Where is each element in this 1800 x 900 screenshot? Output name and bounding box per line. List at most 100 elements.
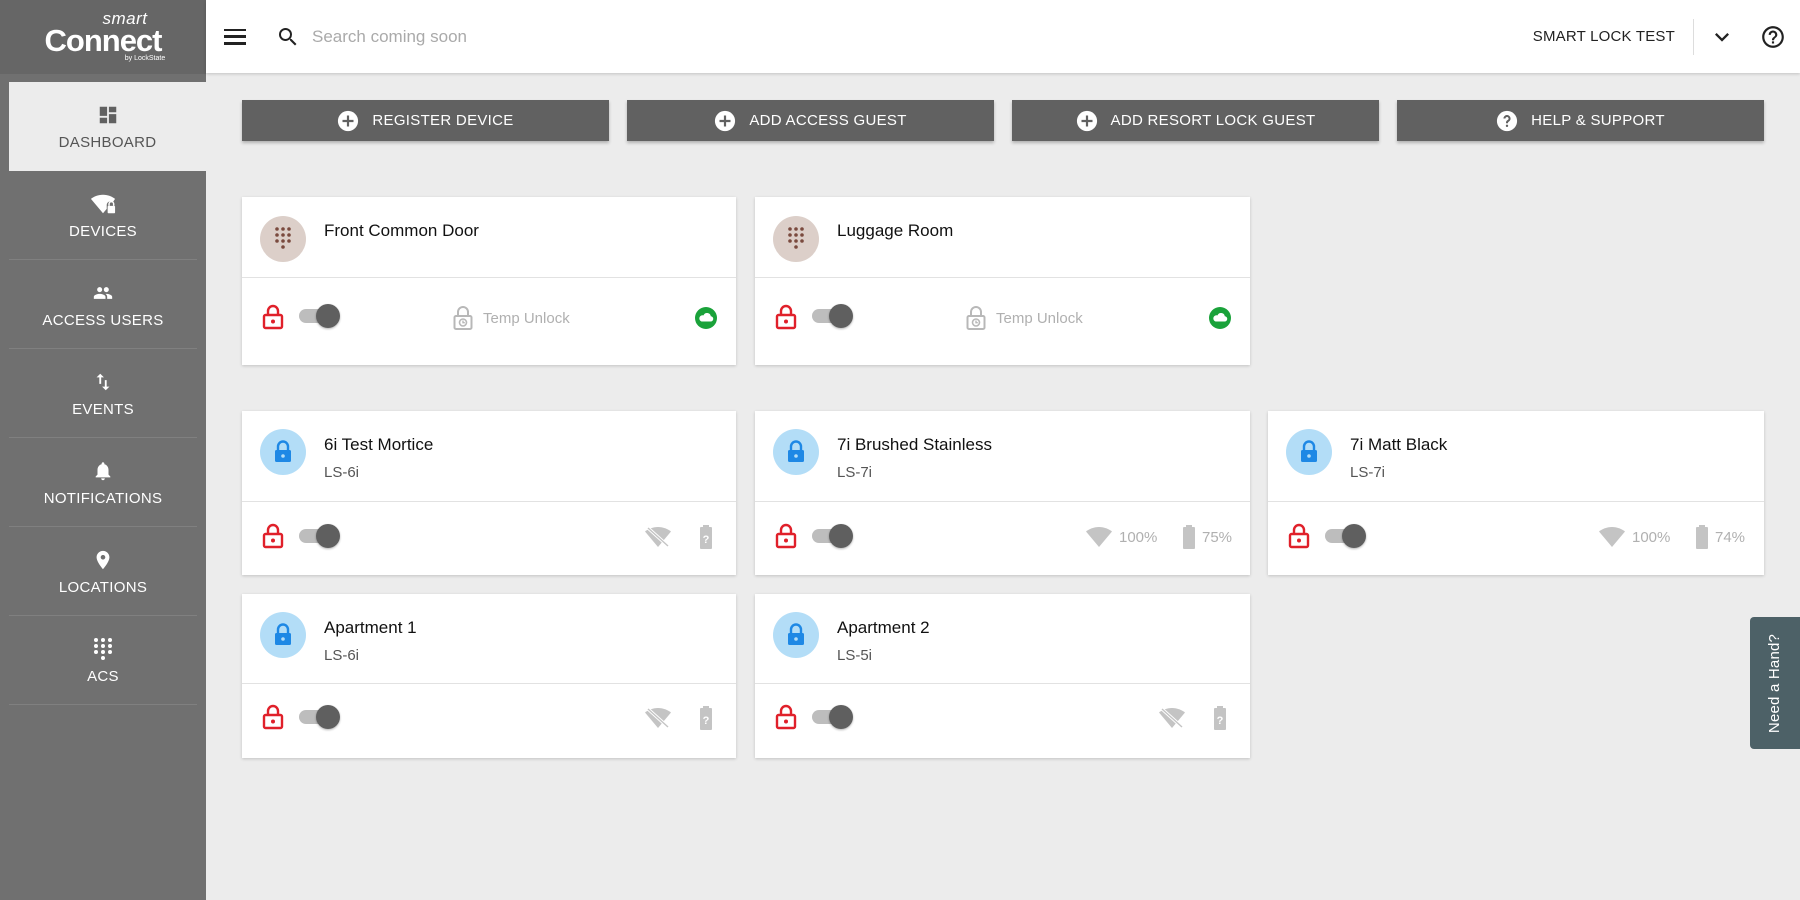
device-card[interactable]: Apartment 2 LS-5i ? xyxy=(755,594,1250,758)
device-model: LS-7i xyxy=(837,464,873,481)
sidebar-item-access-users[interactable]: ACCESS USERS xyxy=(9,260,197,349)
battery-unknown-icon: ? xyxy=(1214,706,1226,730)
lock-icon xyxy=(260,429,306,475)
lock-icon xyxy=(262,704,284,730)
sidebar-item-dashboard[interactable]: DASHBOARD xyxy=(9,82,206,171)
wifi-off-icon xyxy=(645,707,671,729)
sidebar-item-events[interactable]: EVENTS xyxy=(9,349,197,438)
device-name: 6i Test Mortice xyxy=(324,435,434,454)
sidebar-item-label: LOCATIONS xyxy=(58,578,148,596)
lock-icon xyxy=(773,429,819,475)
add-circle-icon xyxy=(1076,110,1097,131)
lock-toggle[interactable] xyxy=(299,524,341,548)
device-model: LS-5i xyxy=(837,647,873,664)
lock-icon xyxy=(775,704,797,730)
sidebar-item-locations[interactable]: LOCATIONS xyxy=(9,527,197,616)
sidebar-item-acs[interactable]: ACS xyxy=(9,616,197,705)
need-a-hand-label: Need a Hand? xyxy=(1766,633,1784,733)
sidebar-item-label: ACCESS USERS xyxy=(42,311,164,329)
lock-toggle[interactable] xyxy=(812,705,854,729)
wifi-signal: 100% xyxy=(1085,526,1157,548)
sidebar-item-label: DASHBOARD xyxy=(58,134,157,151)
account-name[interactable]: SMART LOCK TEST xyxy=(1533,18,1694,55)
lock-toggle[interactable] xyxy=(299,705,341,729)
add-circle-icon xyxy=(338,110,359,131)
lock-icon xyxy=(775,523,797,549)
smart-connect-logo[interactable]: smart Connect by LockState xyxy=(0,0,206,74)
lock-toggle[interactable] xyxy=(1325,524,1367,548)
device-name: 7i Matt Black xyxy=(1350,435,1448,454)
keypad-icon xyxy=(773,216,819,262)
button-label: ADD RESORT LOCK GUEST xyxy=(1110,112,1316,129)
device-model: LS-6i xyxy=(324,464,360,481)
sidebar-item-label: EVENTS xyxy=(72,400,134,418)
menu-icon[interactable] xyxy=(222,27,248,47)
battery-icon xyxy=(1696,525,1708,549)
sidebar-item-devices[interactable]: DEVICES xyxy=(9,171,197,260)
cloud-online-icon xyxy=(695,307,717,329)
bell-icon xyxy=(90,458,116,484)
device-model: LS-7i xyxy=(1350,464,1386,481)
search-icon xyxy=(279,27,297,45)
chevron-down-icon[interactable] xyxy=(1708,23,1736,51)
wifi-signal: 100% xyxy=(1598,526,1670,548)
button-label: HELP & SUPPORT xyxy=(1531,112,1665,129)
lock-icon xyxy=(773,612,819,658)
help-support-button[interactable]: HELP & SUPPORT xyxy=(1397,100,1764,141)
add-resort-lock-guest-button[interactable]: ADD RESORT LOCK GUEST xyxy=(1012,100,1379,141)
device-card[interactable]: 7i Brushed Stainless LS-7i 100% 75% xyxy=(755,411,1250,575)
timer-lock-icon xyxy=(453,306,473,330)
device-model: LS-6i xyxy=(324,647,360,664)
sidebar-item-label: DEVICES xyxy=(69,222,137,240)
wifi-icon xyxy=(1599,527,1625,547)
svg-text:?: ? xyxy=(703,715,710,727)
need-a-hand-tab[interactable]: Need a Hand? xyxy=(1750,617,1800,749)
lock-toggle[interactable] xyxy=(812,524,854,548)
device-name: Luggage Room xyxy=(837,221,954,240)
temp-unlock-button[interactable]: Temp Unlock xyxy=(453,306,570,330)
device-name: Front Common Door xyxy=(324,221,479,240)
sidebar-item-notifications[interactable]: NOTIFICATIONS xyxy=(9,438,197,527)
lock-toggle[interactable] xyxy=(812,304,854,328)
battery-level: 75% xyxy=(1182,524,1232,550)
device-name: Apartment 2 xyxy=(837,618,930,637)
device-card[interactable]: 6i Test Mortice LS-6i ? xyxy=(242,411,736,575)
timer-lock-icon xyxy=(966,306,986,330)
lock-icon xyxy=(260,612,306,658)
device-card[interactable]: Luggage Room Temp Unlock xyxy=(755,197,1250,365)
top-bar: SMART LOCK TEST xyxy=(206,0,1800,73)
keypad-icon xyxy=(260,216,306,262)
wifi-icon xyxy=(1086,527,1112,547)
battery-percent: 75% xyxy=(1202,528,1233,546)
battery-percent: 74% xyxy=(1715,528,1746,546)
lock-icon xyxy=(262,523,284,549)
battery-icon xyxy=(1183,525,1195,549)
lock-toggle[interactable] xyxy=(299,304,341,328)
dashboard-icon xyxy=(95,102,121,128)
logo-by-text: by LockState xyxy=(124,55,166,62)
sidebar-item-label: NOTIFICATIONS xyxy=(43,489,163,507)
wifi-off-icon xyxy=(645,526,671,548)
register-device-button[interactable]: REGISTER DEVICE xyxy=(242,100,609,141)
wifi-strength: 100% xyxy=(1632,528,1671,546)
add-access-guest-button[interactable]: ADD ACCESS GUEST xyxy=(627,100,994,141)
logo-big-text: Connect xyxy=(44,23,163,58)
temp-unlock-label: Temp Unlock xyxy=(483,309,570,327)
search-input[interactable] xyxy=(312,26,812,47)
device-card[interactable]: 7i Matt Black LS-7i 100% 74% xyxy=(1268,411,1764,575)
device-card[interactable]: Apartment 1 LS-6i ? xyxy=(242,594,736,758)
temp-unlock-button[interactable]: Temp Unlock xyxy=(966,306,1083,330)
help-circle-icon xyxy=(1497,110,1518,131)
svg-text:?: ? xyxy=(1217,715,1224,727)
button-label: ADD ACCESS GUEST xyxy=(749,112,907,129)
battery-unknown-icon: ? xyxy=(700,525,712,549)
sidebar: smart Connect by LockState DASHBOARD DEV… xyxy=(0,0,206,900)
lock-icon xyxy=(1286,429,1332,475)
device-card[interactable]: Front Common Door Temp Unlock xyxy=(242,197,736,365)
swap-vert-icon xyxy=(90,369,116,395)
sidebar-item-label: ACS xyxy=(87,667,119,685)
temp-unlock-label: Temp Unlock xyxy=(996,309,1083,327)
wifi-strength: 100% xyxy=(1119,528,1158,546)
help-circle-icon[interactable] xyxy=(1760,24,1786,50)
wifi-off-icon xyxy=(1159,707,1185,729)
